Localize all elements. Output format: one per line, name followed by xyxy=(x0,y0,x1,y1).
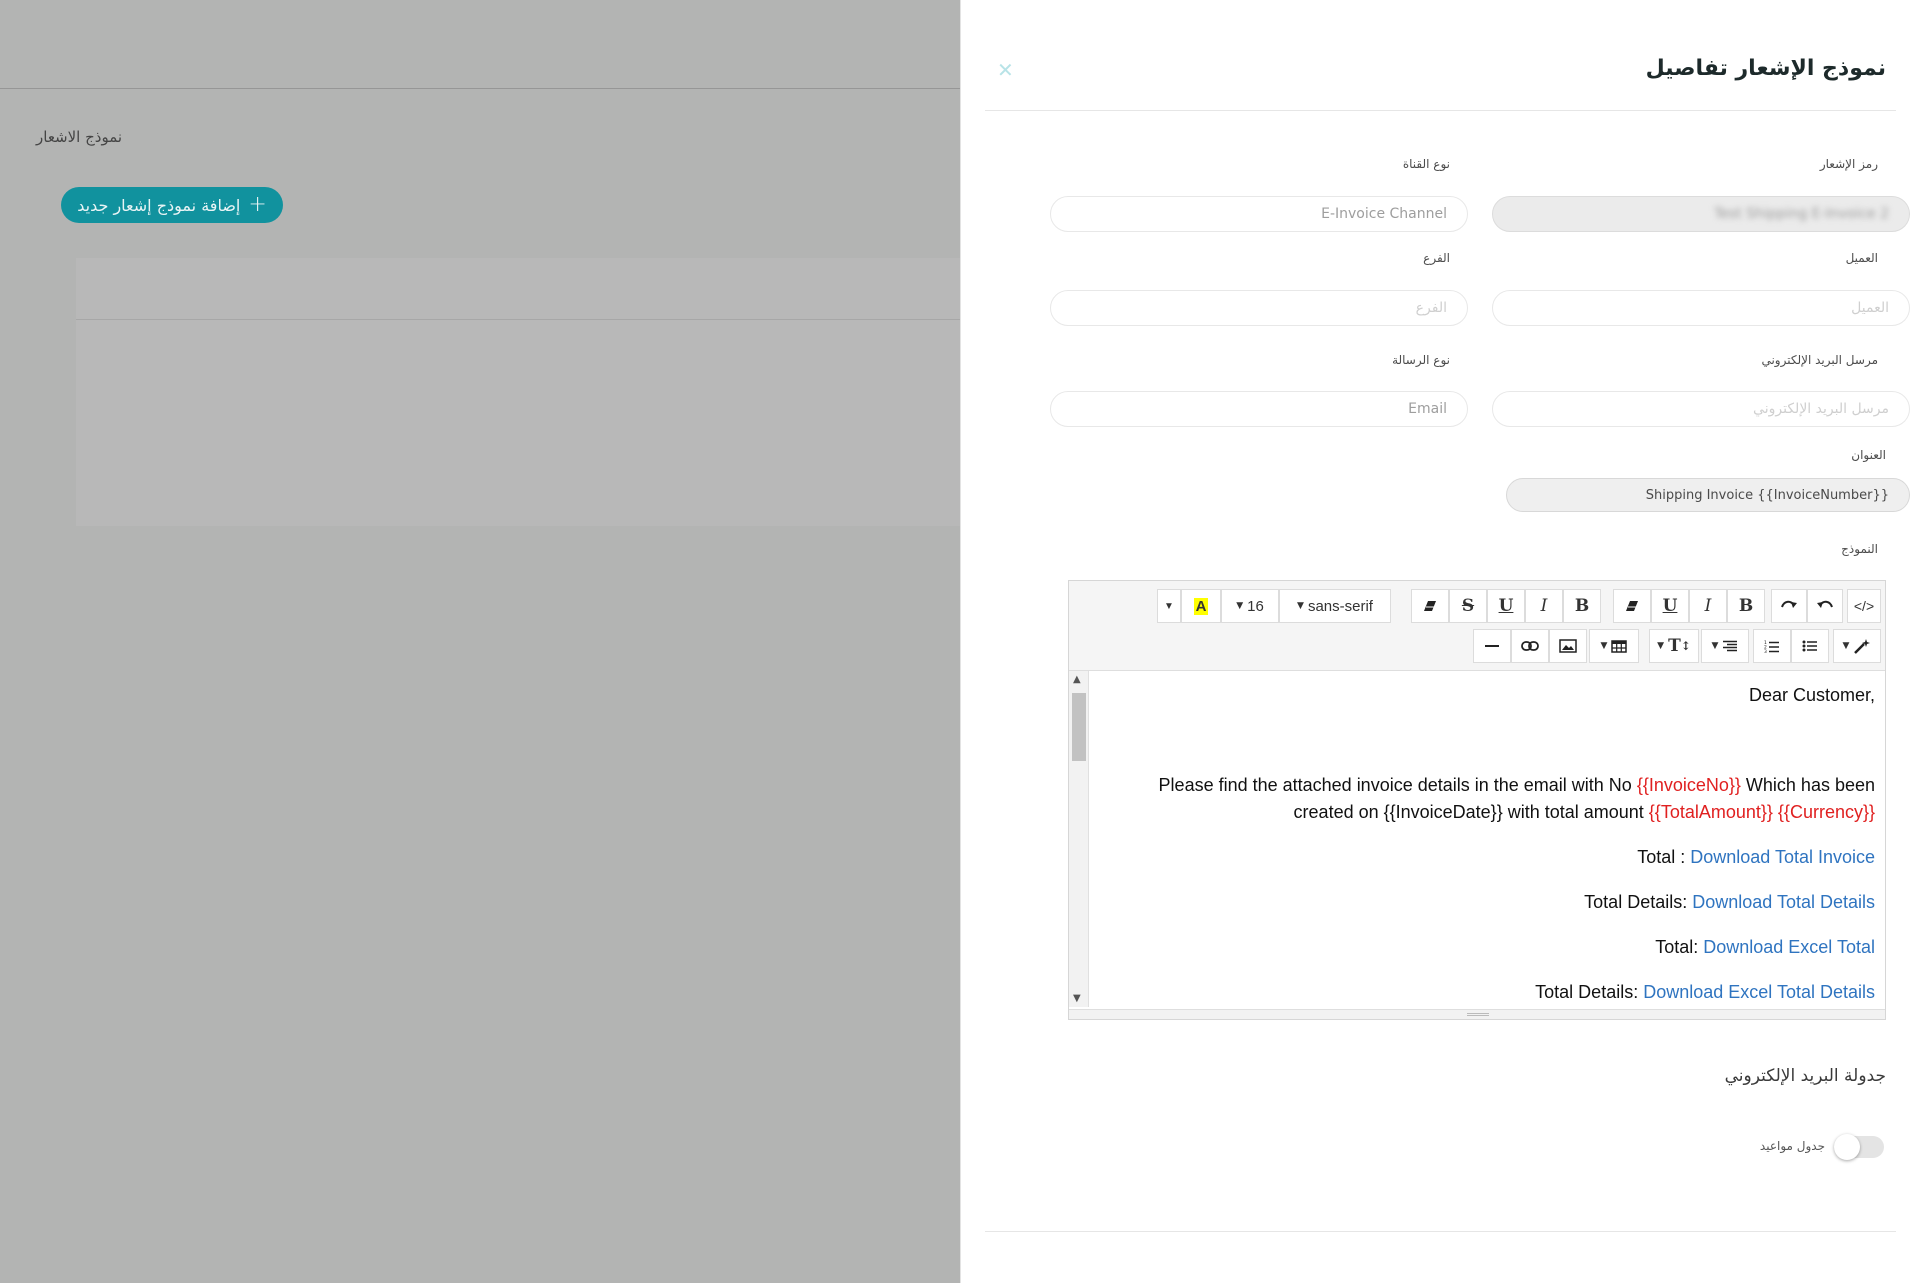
bold-button[interactable]: B xyxy=(1727,589,1765,623)
align-dropdown[interactable]: ▼ xyxy=(1701,629,1749,663)
page-title: نموذج الاشعار xyxy=(36,128,123,146)
header-divider xyxy=(985,110,1896,111)
branch-select[interactable]: الفرع xyxy=(1050,290,1468,326)
resize-grip-icon xyxy=(1467,1013,1489,1016)
schedule-toggle-label: جدول مواعيد xyxy=(1759,1139,1825,1153)
toggle-knob xyxy=(1834,1134,1860,1160)
total-details-line: Total Details: Download Total Details xyxy=(1584,892,1875,912)
schedule-toggle[interactable] xyxy=(1834,1134,1884,1160)
undo-icon[interactable] xyxy=(1807,589,1843,623)
body-line-2: created on {{InvoiceDate}} with total am… xyxy=(1293,802,1875,822)
greeting-line: Dear Customer, xyxy=(1748,685,1875,705)
scroll-up-arrow[interactable]: ▲ xyxy=(1073,674,1081,685)
body-line-1: Please find the attached invoice details… xyxy=(1158,775,1875,795)
download-total-invoice-link[interactable]: Download Total Invoice xyxy=(1690,847,1875,867)
scroll-thumb[interactable] xyxy=(1072,693,1086,761)
notification-code-field: Test Shipping E-Invoice 2 xyxy=(1492,196,1910,232)
add-button-label: إضافة نموذج إشعار جديد xyxy=(77,195,241,215)
close-icon[interactable]: ✕ xyxy=(997,58,1014,82)
channel-type-field[interactable]: E-Invoice Channel xyxy=(1050,196,1468,232)
total-amount-variable: {{TotalAmount}} xyxy=(1648,802,1773,822)
branch-label: الفرع xyxy=(1423,251,1450,265)
font-family-dropdown[interactable]: ▼ sans-serif xyxy=(1279,589,1391,623)
svg-text:3: 3 xyxy=(1764,649,1767,653)
unordered-list-icon[interactable] xyxy=(1791,629,1829,663)
eraser-icon-2[interactable] xyxy=(1411,589,1449,623)
email-sender-label: مرسل البريد الإلكتروني xyxy=(1761,353,1878,367)
underline-button[interactable]: U xyxy=(1651,589,1689,623)
download-total-details-link[interactable]: Download Total Details xyxy=(1692,892,1875,912)
highlight-a-icon: A xyxy=(1193,597,1209,615)
picture-icon[interactable] xyxy=(1549,629,1587,663)
italic-button-2[interactable]: I xyxy=(1525,589,1563,623)
template-label: النموذج xyxy=(1841,542,1878,556)
download-excel-total-link[interactable]: Download Excel Total xyxy=(1703,937,1875,957)
invoice-no-variable: {{InvoiceNo}} xyxy=(1636,775,1741,795)
color-dropdown-caret[interactable]: ▼ xyxy=(1157,589,1181,623)
client-label: العميل xyxy=(1845,251,1878,265)
email-sender-select[interactable]: مرسل البريد الإلكتروني xyxy=(1492,391,1910,427)
scroll-down-arrow[interactable]: ▼ xyxy=(1073,993,1081,1004)
subject-input[interactable]: Shipping Invoice {{InvoiceNumber}} xyxy=(1506,478,1910,512)
underline-button-2[interactable]: U xyxy=(1487,589,1525,623)
background-page: نموذج الاشعار + إضافة نموذج إشعار جديد xyxy=(0,0,960,1283)
channel-type-label: نوع القناة xyxy=(1402,157,1450,171)
footer-divider xyxy=(985,1231,1896,1232)
eraser-icon[interactable] xyxy=(1613,589,1651,623)
excel-total-line: Total: Download Excel Total xyxy=(1655,937,1875,957)
message-type-label: نوع الرسالة xyxy=(1392,353,1450,367)
add-notification-template-button[interactable]: + إضافة نموذج إشعار جديد xyxy=(61,187,283,223)
editor-content[interactable]: Dear Customer, Please find the attached … xyxy=(1091,671,1875,1019)
bold-button-2[interactable]: B xyxy=(1563,589,1601,623)
subject-label: العنوان xyxy=(1851,448,1886,462)
email-schedule-title: جدولة البريد الإلكتروني xyxy=(1724,1066,1886,1086)
drawer-title: نموذج الإشعار تفاصيل xyxy=(1645,56,1886,81)
highlight-color-button[interactable]: A xyxy=(1181,589,1221,623)
ordered-list-icon[interactable]: 123 xyxy=(1753,629,1791,663)
font-size-value: 16 xyxy=(1247,597,1264,615)
text-height-dropdown[interactable]: ▼ T ↕ xyxy=(1649,629,1699,663)
strikethrough-button[interactable]: S xyxy=(1449,589,1487,623)
templates-table xyxy=(76,258,960,526)
magic-wand-icon[interactable]: ▼ xyxy=(1833,629,1881,663)
plus-icon: + xyxy=(248,192,267,217)
redo-icon[interactable] xyxy=(1771,589,1807,623)
table-dropdown[interactable]: ▼ xyxy=(1589,629,1639,663)
link-icon[interactable] xyxy=(1511,629,1549,663)
currency-variable: {{Currency}} xyxy=(1777,802,1875,822)
client-select[interactable]: العميل xyxy=(1492,290,1910,326)
message-type-field[interactable]: Email xyxy=(1050,391,1468,427)
editor-toolbar: </> B I U B I U S ▼ sans-serif ▼ 16 A ▼ … xyxy=(1069,581,1885,671)
font-family-value: sans-serif xyxy=(1307,597,1373,615)
download-excel-total-details-link[interactable]: Download Excel Total Details xyxy=(1643,982,1875,1002)
horizontal-rule-icon[interactable] xyxy=(1473,629,1511,663)
excel-details-line: Total Details: Download Excel Total Deta… xyxy=(1535,982,1875,1002)
italic-button[interactable]: I xyxy=(1689,589,1727,623)
total-line: Total : Download Total Invoice xyxy=(1637,847,1875,867)
editor-resize-handle[interactable] xyxy=(1069,1009,1885,1019)
code-view-button[interactable]: </> xyxy=(1847,589,1881,623)
details-drawer: نموذج الإشعار تفاصيل ✕ رمز الإشعار Test … xyxy=(960,0,1920,1283)
top-bar xyxy=(0,0,960,89)
rich-text-editor: </> B I U B I U S ▼ sans-serif ▼ 16 A ▼ … xyxy=(1068,580,1886,1020)
notification-code-label: رمز الإشعار xyxy=(1819,157,1878,171)
font-size-dropdown[interactable]: ▼ 16 xyxy=(1221,589,1279,623)
table-header-divider xyxy=(76,319,960,320)
text-height-icon: T xyxy=(1668,636,1681,656)
editor-scrollbar[interactable]: ▲ ▼ xyxy=(1069,671,1089,1007)
